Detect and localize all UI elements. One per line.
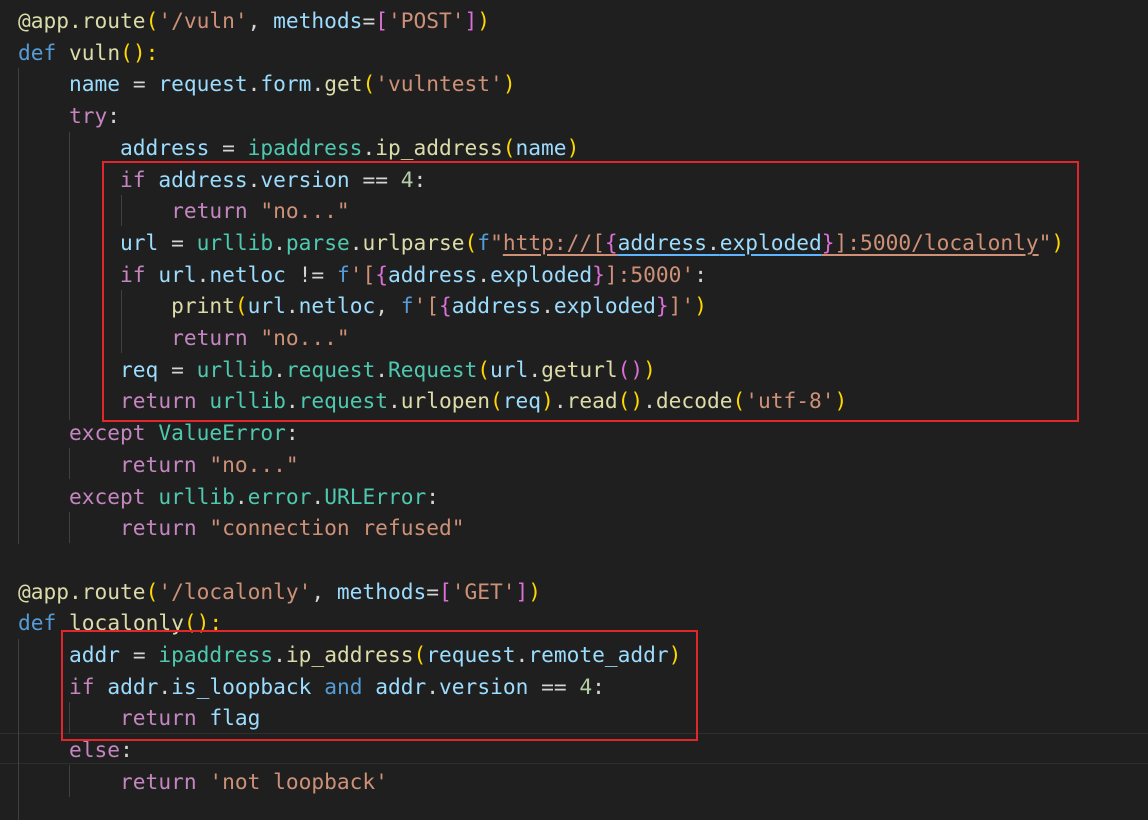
code-token: @app.route	[18, 8, 146, 33]
code-token: methods	[273, 8, 363, 33]
code-token: ]	[515, 578, 529, 604]
code-token: :	[285, 420, 299, 446]
code-token: "no..."	[209, 451, 299, 477]
code-token: (	[145, 578, 159, 604]
code-token: 'GET'	[451, 578, 516, 604]
code-token: (	[502, 134, 516, 160]
code-token: "connection refused"	[209, 515, 465, 541]
code-token: ip_address	[375, 134, 503, 160]
code-token: def	[18, 610, 57, 636]
code-token: form	[260, 71, 312, 97]
code-line[interactable]: return "connection refused"	[18, 512, 464, 544]
code-token: (	[145, 8, 159, 33]
code-line[interactable]: @app.route('/vuln', methods=['POST'])	[18, 5, 490, 37]
code-line[interactable]: try:	[18, 100, 120, 132]
code-token: :	[107, 103, 121, 129]
code-token: def	[18, 39, 57, 65]
code-token: )	[502, 71, 516, 97]
code-token: [	[375, 8, 388, 33]
code-token: address	[18, 134, 210, 160]
code-line[interactable]: address = ipaddress.ip_address(name)	[18, 132, 579, 164]
code-line[interactable]: return 'not loopback'	[18, 766, 388, 798]
code-token: (	[362, 71, 376, 97]
code-token: )	[528, 578, 542, 604]
code-token: =	[426, 578, 439, 604]
code-token: try	[18, 103, 108, 129]
code-token: =	[120, 71, 159, 97]
code-token: .	[247, 71, 261, 97]
code-token: return	[18, 768, 197, 794]
code-token: )	[477, 8, 491, 33]
code-line[interactable]: return "no..."	[18, 449, 299, 481]
code-line[interactable]: def vuln():	[18, 37, 158, 69]
code-token: :	[426, 483, 440, 509]
code-token: =	[362, 8, 376, 33]
code-token: return	[18, 451, 197, 477]
code-token: ValueError	[158, 420, 286, 446]
code-token: [	[438, 578, 452, 604]
code-token: ,	[247, 8, 274, 33]
code-token: methods	[336, 578, 427, 604]
code-token: )	[566, 134, 580, 160]
code-token: except	[18, 483, 146, 509]
code-token: =	[209, 134, 248, 160]
code-token: return	[18, 515, 197, 541]
code-token: .	[362, 134, 376, 160]
code-token: ():	[120, 39, 159, 65]
code-line[interactable]: @app.route('/localonly', methods=['GET']…	[18, 576, 541, 608]
code-token: '/vuln'	[158, 8, 248, 33]
code-editor[interactable]: @app.route('/vuln', methods=['POST']) def…	[0, 0, 1148, 820]
code-token: 'POST'	[387, 8, 465, 33]
code-token: except	[18, 420, 146, 446]
code-token: @app.route	[18, 578, 146, 604]
code-token: name	[515, 134, 567, 160]
code-token: 'vulntest'	[375, 71, 503, 97]
code-token: ]	[464, 8, 478, 33]
code-token: .	[311, 71, 325, 97]
code-line[interactable]: except urllib.error.URLError:	[18, 481, 439, 513]
code-token: error	[247, 483, 312, 509]
code-token: .	[311, 483, 325, 509]
code-token: get	[324, 71, 363, 97]
annotation-box-loopback-check	[61, 630, 698, 741]
annotation-box-vuln-check	[102, 161, 1079, 422]
code-token: ,	[311, 578, 337, 604]
code-token: URLError	[324, 483, 427, 509]
code-token: name	[18, 71, 121, 97]
code-token: 'not loopback'	[209, 768, 388, 794]
code-token: .	[234, 483, 248, 509]
code-token: '/localonly'	[158, 578, 312, 604]
code-token: ipaddress	[247, 134, 363, 160]
code-token: vuln	[69, 39, 121, 65]
code-token: request	[158, 71, 248, 97]
code-line[interactable]: name = request.form.get('vulntest')	[18, 68, 516, 100]
code-token: urllib	[158, 483, 235, 509]
